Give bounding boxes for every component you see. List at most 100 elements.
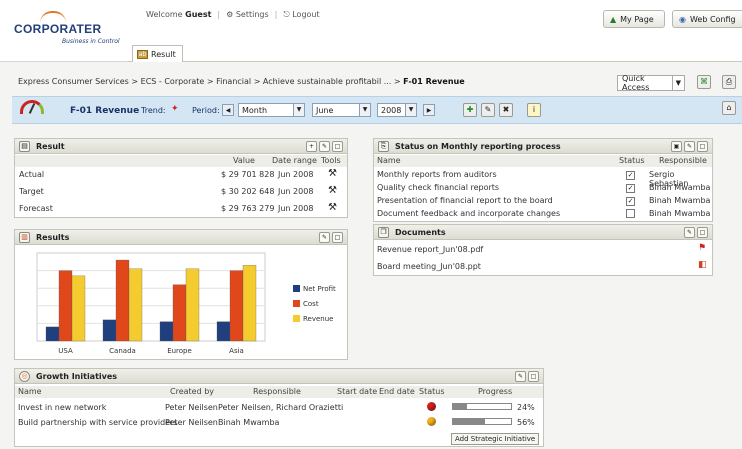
delete-icon[interactable]: ✖ — [499, 103, 513, 117]
bar-cost — [115, 259, 130, 342]
table-icon: ▤ — [19, 140, 30, 152]
my-page-button[interactable]: ▲ My Page — [603, 10, 665, 28]
maximize-icon[interactable]: □ — [528, 371, 539, 382]
month-select[interactable]: June ▼ — [312, 103, 371, 117]
edit-icon[interactable]: ✎ — [684, 227, 695, 238]
date-cell: Jun 2008 — [278, 204, 314, 213]
status-checkbox[interactable]: ✓ — [626, 196, 635, 206]
target-icon: ◎ — [19, 370, 30, 382]
status-row-name: Presentation of financial report to the … — [377, 196, 553, 205]
progress-label: 24% — [517, 403, 535, 412]
legend-swatch — [293, 300, 300, 307]
next-period-button[interactable]: ▶ — [423, 104, 435, 116]
view-icon[interactable]: ▣ — [671, 141, 682, 152]
edit-icon[interactable]: ✎ — [684, 141, 695, 152]
table-row: Forecast — [19, 204, 53, 213]
status-row-name: Document feedback and incorporate change… — [377, 209, 561, 218]
progress-label: 56% — [517, 418, 535, 427]
tools-icon[interactable]: ⚒ — [328, 202, 337, 213]
bar-net-profit — [216, 321, 231, 342]
status-indicator-icon — [427, 417, 436, 426]
created-by: Peter Neilsen — [165, 403, 218, 412]
maximize-icon[interactable]: □ — [697, 141, 708, 152]
add-icon[interactable]: ✚ — [463, 103, 477, 117]
tools-icon[interactable]: ⚒ — [328, 185, 337, 196]
top-nav: Welcome Guest | ⚙ Settings | ⎋ Logout — [146, 10, 320, 20]
info-icon[interactable]: i — [527, 103, 541, 117]
document-link[interactable]: Revenue report_Jun'08.pdf — [377, 245, 483, 254]
legend-label: Net Profit — [303, 285, 336, 293]
year-select[interactable]: 2008 ▼ — [377, 103, 417, 117]
settings-link[interactable]: ⚙ Settings — [226, 10, 269, 20]
tab-result[interactable]: ab Result — [132, 45, 183, 62]
ppt-icon[interactable]: ◧ — [698, 260, 707, 270]
prev-period-button[interactable]: ◀ — [222, 104, 234, 116]
add-strategic-initiative-button[interactable]: Add Strategic Initiative — [451, 433, 540, 445]
status-checkbox[interactable]: ✓ — [626, 183, 635, 193]
print-icon[interactable]: ⎙ — [722, 75, 736, 89]
bar-revenue — [242, 265, 257, 342]
status-indicator-icon — [427, 402, 436, 411]
initiative-name[interactable]: Build partnership with service providers — [18, 418, 178, 427]
tree-icon[interactable]: ⌘ — [697, 75, 711, 89]
web-config-button[interactable]: ◉ Web Config — [672, 10, 742, 28]
status-row-name: Quality check financial reports — [377, 183, 500, 192]
bar-revenue — [71, 275, 86, 342]
kpi-title: F-01 Revenue — [70, 106, 140, 116]
bar-cost — [58, 270, 73, 342]
document-link[interactable]: Board meeting_Jun'08.ppt — [377, 262, 481, 271]
edit-icon[interactable]: ✎ — [319, 141, 330, 152]
bar-revenue — [185, 268, 200, 342]
status-panel-header: ⎘ Status on Monthly reporting process — [374, 139, 712, 154]
category-label: Europe — [167, 347, 192, 355]
period-type-select[interactable]: Month ▼ — [238, 103, 305, 117]
result-panel-header: ▤ Result — [15, 139, 347, 154]
logout-link[interactable]: ⎋ Logout — [283, 10, 319, 20]
progress-bar — [452, 403, 512, 410]
scorecard-icon: ab — [137, 49, 148, 59]
tab-bar — [128, 42, 742, 62]
tools-icon[interactable]: ⚒ — [328, 168, 337, 179]
process-icon: ⎘ — [378, 140, 389, 152]
table-header: Value Date range Tools — [15, 155, 347, 167]
period-label: Period: — [192, 106, 220, 115]
maximize-icon[interactable]: □ — [697, 227, 708, 238]
chart-panel-header: ▥ Results — [15, 230, 347, 245]
legend-label: Revenue — [303, 315, 334, 323]
legend-label: Cost — [303, 300, 319, 308]
edit-icon[interactable]: ✎ — [481, 103, 495, 117]
edit-icon[interactable]: ✎ — [319, 232, 330, 243]
initiative-name[interactable]: Invest in new network — [18, 403, 106, 412]
welcome-text: Welcome Guest — [146, 10, 212, 19]
growth-panel-header: ◎ Growth Initiatives — [15, 369, 543, 384]
quick-access-select[interactable]: Quick Access ▼ — [617, 74, 685, 92]
legend-swatch — [293, 315, 300, 322]
progress-fill — [453, 419, 486, 424]
maximize-icon[interactable]: □ — [332, 141, 343, 152]
status-row-responsible: Binah Mwamba — [649, 196, 711, 205]
responsible: Binah Mwamba — [218, 418, 280, 427]
divider: | — [217, 10, 221, 19]
status-row-responsible: Binah Mwamba — [649, 209, 711, 218]
status-panel: ⎘ Status on Monthly reporting process ▣ ✎ □… — [373, 138, 713, 222]
category-label: Canada — [109, 347, 136, 355]
legend-swatch — [293, 285, 300, 292]
add-icon[interactable]: + — [306, 141, 317, 152]
breadcrumb-path[interactable]: Express Consumer Services > ECS - Corpor… — [18, 77, 401, 86]
panel-tools: ▣ ✎ □ — [671, 141, 708, 152]
bar-chart-icon: ▥ — [19, 231, 30, 243]
maximize-icon[interactable]: □ — [332, 232, 343, 243]
pdf-icon[interactable]: ⚑ — [698, 243, 706, 253]
chevron-down-icon: ▼ — [671, 76, 684, 90]
panel-tools: + ✎ □ — [306, 141, 343, 152]
edit-icon[interactable]: ✎ — [515, 371, 526, 382]
divider: | — [274, 10, 278, 19]
value-cell: $ 29 763 279 — [221, 204, 275, 213]
growth-panel: ◎ Growth Initiatives ✎ □ Name Created by R… — [14, 368, 544, 447]
status-checkbox[interactable] — [626, 209, 635, 220]
value-cell: $ 29 701 828 — [221, 170, 275, 179]
trend-down-icon: ✦ — [171, 104, 179, 114]
status-checkbox[interactable]: ✓ — [626, 170, 635, 180]
home-icon[interactable]: ⌂ — [722, 101, 736, 115]
logo-subtitle: Business in Control — [62, 38, 120, 45]
